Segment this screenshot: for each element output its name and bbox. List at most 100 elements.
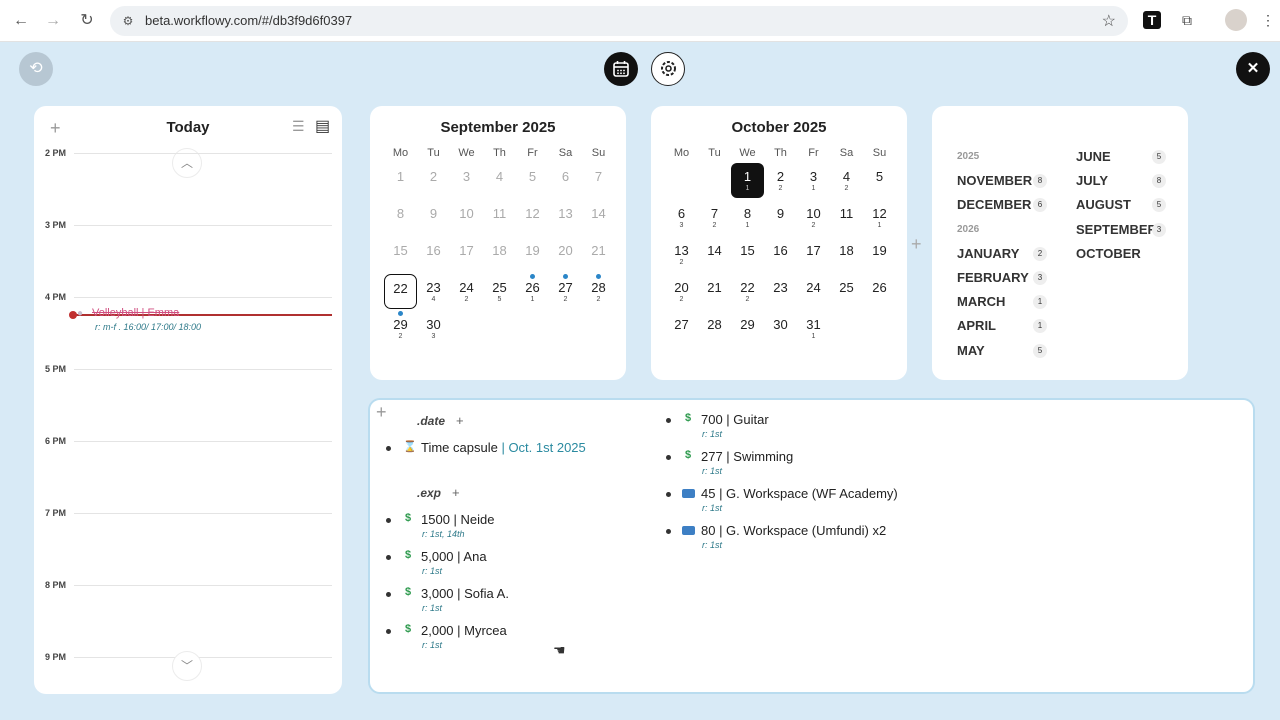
expense-item[interactable]: 2,000 | Myrcea xyxy=(421,623,507,638)
bullet[interactable] xyxy=(386,629,391,634)
calendar-day[interactable]: 11 xyxy=(830,200,863,235)
puzzle-extensions-icon[interactable]: ⧉ xyxy=(1177,10,1197,30)
site-settings-icon[interactable]: ⚙ xyxy=(120,13,136,29)
event-title[interactable]: Volleyball | Emma xyxy=(92,307,179,319)
calendar-day[interactable]: 3 xyxy=(450,163,483,198)
calendar-day[interactable]: 21 xyxy=(698,274,731,309)
add-note-button[interactable]: + xyxy=(376,402,387,423)
calendar-day[interactable]: 31 1 xyxy=(797,311,830,346)
expense-item[interactable]: 45 | G. Workspace (WF Academy) xyxy=(701,486,898,501)
bookmark-star-icon[interactable]: ☆ xyxy=(1102,11,1116,31)
calendar-day[interactable]: 17 xyxy=(450,237,483,272)
month-item[interactable]: NOVEMBER xyxy=(957,173,1032,188)
expense-item[interactable]: 700 | Guitar xyxy=(701,412,769,427)
bullet[interactable] xyxy=(386,518,391,523)
calendar-day[interactable]: 22 xyxy=(764,163,797,198)
calendar-day[interactable]: 63 xyxy=(665,200,698,235)
calendar-day[interactable]: 24 xyxy=(797,274,830,309)
address-bar[interactable]: ⚙ beta.workflowy.com/#/db3f9d6f0397 ☆ xyxy=(110,6,1128,36)
calendar-day[interactable]: 13 2 xyxy=(665,237,698,272)
calendar-day[interactable]: 5 xyxy=(516,163,549,198)
calendar-day[interactable]: 6 xyxy=(549,163,582,198)
close-icon[interactable]: ✕ xyxy=(1236,52,1270,86)
calendar-day[interactable]: 1 xyxy=(384,163,417,198)
month-item[interactable]: DECEMBER xyxy=(957,197,1031,212)
calendar-day[interactable]: 25 5 xyxy=(483,274,516,309)
settings-button[interactable] xyxy=(651,52,685,86)
expense-item[interactable]: 1500 | Neide xyxy=(421,512,495,527)
month-item[interactable]: JUNE xyxy=(1076,149,1111,164)
calendar-day[interactable]: 9 xyxy=(764,200,797,235)
month-item[interactable]: MARCH xyxy=(957,294,1005,309)
calendar-day[interactable]: 11 xyxy=(731,163,764,198)
calendar-day[interactable]: 29 xyxy=(731,311,764,346)
expense-item[interactable]: 3,000 | Sofia A. xyxy=(421,586,509,601)
date-section-title[interactable]: .date xyxy=(417,414,445,428)
calendar-day[interactable]: 29 2 xyxy=(384,311,417,346)
calendar-day[interactable]: 20 xyxy=(549,237,582,272)
expense-item[interactable]: 80 | G. Workspace (Umfundi) x2 xyxy=(701,523,886,538)
calendar-day[interactable]: 20 2 xyxy=(665,274,698,309)
calendar-day[interactable]: 28 2 xyxy=(582,274,615,309)
calendar-day[interactable]: 16 xyxy=(417,237,450,272)
expense-item[interactable]: 5,000 | Ana xyxy=(421,549,487,564)
calendar-day[interactable]: 14 xyxy=(698,237,731,272)
list-icon[interactable]: ☰ xyxy=(292,118,305,135)
calendar-day[interactable]: 81 xyxy=(731,200,764,235)
month-item[interactable]: JULY xyxy=(1076,173,1108,188)
calendar-day[interactable]: 21 xyxy=(582,237,615,272)
t-extension-icon[interactable]: T xyxy=(1143,11,1161,29)
url-text[interactable]: beta.workflowy.com/#/db3f9d6f0397 xyxy=(145,13,352,28)
calendar-day[interactable]: 7 xyxy=(582,163,615,198)
calendar-day[interactable]: 10 xyxy=(450,200,483,235)
exp-section-title[interactable]: .exp xyxy=(417,486,441,500)
calendar-day[interactable]: 72 xyxy=(698,200,731,235)
bullet[interactable] xyxy=(386,592,391,597)
avatar[interactable] xyxy=(1225,9,1247,31)
calendar-day[interactable]: 14 xyxy=(582,200,615,235)
calendar-day[interactable]: 23 xyxy=(764,274,797,309)
notes-icon[interactable]: ▤ xyxy=(315,116,330,136)
calendar-day[interactable]: 8 xyxy=(384,200,417,235)
month-item[interactable]: OCTOBER xyxy=(1076,246,1141,261)
month-item[interactable]: AUGUST xyxy=(1076,197,1131,212)
bullet[interactable] xyxy=(386,446,391,451)
bullet[interactable] xyxy=(666,455,671,460)
month-item[interactable]: SEPTEMBER xyxy=(1076,222,1157,237)
calendar-day[interactable]: 30 3 xyxy=(417,311,450,346)
expense-item[interactable]: 277 | Swimming xyxy=(701,449,793,464)
time-capsule-item[interactable]: Time capsule | Oct. 1st 2025 xyxy=(421,440,586,455)
calendar-day[interactable]: 18 xyxy=(483,237,516,272)
bullet[interactable] xyxy=(666,418,671,423)
calendar-day[interactable]: 22 xyxy=(384,274,417,309)
calendar-day[interactable]: 42 xyxy=(830,163,863,198)
calendar-day[interactable]: 15 xyxy=(731,237,764,272)
calendar-day[interactable]: 26 xyxy=(863,274,896,309)
add-date-item-button[interactable]: + xyxy=(456,413,464,428)
calendar-day[interactable]: 18 xyxy=(830,237,863,272)
forward-arrow-icon[interactable]: → xyxy=(42,10,64,32)
calendar-day[interactable]: 31 xyxy=(797,163,830,198)
time-capsule-date[interactable]: Oct. 1st 2025 xyxy=(508,440,585,455)
calendar-day[interactable]: 16 xyxy=(764,237,797,272)
calendar-day[interactable]: 9 xyxy=(417,200,450,235)
calendar-day[interactable]: 30 xyxy=(764,311,797,346)
chevron-down-icon[interactable]: ﹀ xyxy=(172,651,202,681)
calendar-day[interactable]: 22 2 xyxy=(731,274,764,309)
calendar-day[interactable]: 10 2 xyxy=(797,200,830,235)
calendar-day[interactable]: 25 xyxy=(830,274,863,309)
calendar-day[interactable]: 27 2 xyxy=(549,274,582,309)
calendar-day[interactable]: 24 2 xyxy=(450,274,483,309)
month-item[interactable]: JANUARY xyxy=(957,246,1019,261)
month-item[interactable]: APRIL xyxy=(957,318,996,333)
repeat-icon[interactable]: ⟲ xyxy=(19,52,53,86)
bullet[interactable] xyxy=(666,529,671,534)
bullet[interactable] xyxy=(666,492,671,497)
month-item[interactable]: MAY xyxy=(957,343,985,358)
calendar-day[interactable]: 19 xyxy=(516,237,549,272)
calendar-day[interactable]: 15 xyxy=(384,237,417,272)
calendar-day[interactable]: 19 xyxy=(863,237,896,272)
calendar-day[interactable]: 5 xyxy=(863,163,896,198)
calendar-day[interactable]: 11 xyxy=(483,200,516,235)
month-item[interactable]: FEBRUARY xyxy=(957,270,1029,285)
